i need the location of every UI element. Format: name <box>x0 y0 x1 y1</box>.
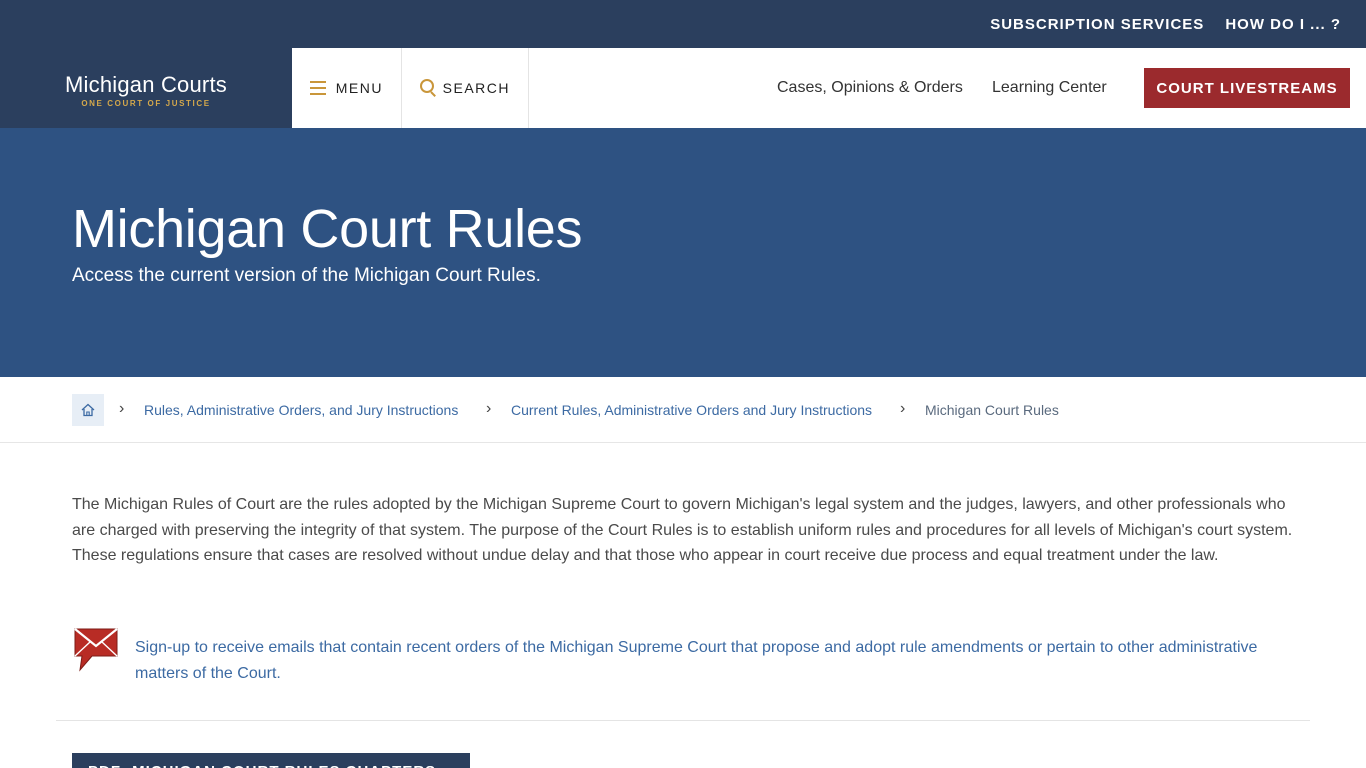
breadcrumb-item-michigan-court-rules: Michigan Court Rules <box>925 402 1059 418</box>
chevron-right-icon: › <box>119 400 125 417</box>
hero-banner: Michigan Court Rules Access the current … <box>0 128 1366 377</box>
chevron-right-icon: › <box>486 400 492 417</box>
hamburger-icon <box>310 81 326 95</box>
main-navbar: MENU SEARCH Cases, Opinions & Orders Lea… <box>292 48 1366 128</box>
home-icon <box>81 403 95 417</box>
email-envelope-icon[interactable] <box>72 626 120 672</box>
search-button[interactable]: SEARCH <box>402 48 529 128</box>
breadcrumb-item-rules[interactable]: Rules, Administrative Orders, and Jury I… <box>144 402 458 418</box>
logo-title: Michigan Courts <box>65 72 227 97</box>
site-logo[interactable]: Michigan Courts ONE COURT OF JUSTICE <box>0 0 292 128</box>
email-signup-link[interactable]: Sign-up to receive emails that contain r… <box>135 635 1295 686</box>
breadcrumb-item-current-rules[interactable]: Current Rules, Administrative Orders and… <box>511 402 872 418</box>
top-utility-links: SUBSCRIPTION SERVICES HOW DO I ... ? <box>990 0 1341 48</box>
page-title: Michigan Court Rules <box>72 199 583 259</box>
menu-button[interactable]: MENU <box>292 48 402 128</box>
search-icon <box>420 79 436 97</box>
chevron-right-icon: › <box>900 400 906 417</box>
search-label: SEARCH <box>442 80 510 96</box>
page-subtitle: Access the current version of the Michig… <box>72 265 541 286</box>
court-livestreams-button[interactable]: COURT LIVESTREAMS <box>1144 68 1350 108</box>
cases-opinions-orders-link[interactable]: Cases, Opinions & Orders <box>777 48 963 128</box>
menu-label: MENU <box>335 80 383 96</box>
logo-tagline: ONE COURT OF JUSTICE <box>81 99 211 108</box>
section-divider <box>56 720 1310 721</box>
how-do-i-link[interactable]: HOW DO I ... ? <box>1225 16 1341 33</box>
pdf-court-rules-button[interactable]: PDF: MICHIGAN COURT RULES CHAPTERS 1-9 <box>72 753 470 768</box>
breadcrumb-home[interactable] <box>72 394 104 426</box>
learning-center-link[interactable]: Learning Center <box>992 48 1107 128</box>
breadcrumb: › Rules, Administrative Orders, and Jury… <box>0 377 1366 443</box>
intro-paragraph: The Michigan Rules of Court are the rule… <box>72 496 1293 565</box>
subscription-services-link[interactable]: SUBSCRIPTION SERVICES <box>990 16 1204 33</box>
